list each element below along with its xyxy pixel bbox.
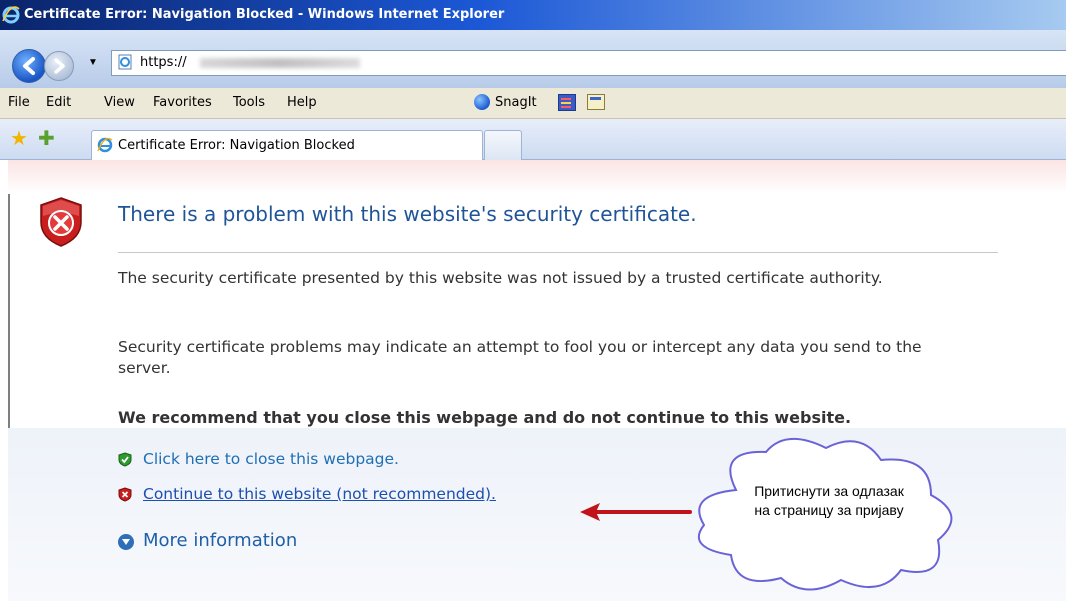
navigation-bar: ▼ https:// [0, 30, 1066, 88]
url-text: https:// [140, 55, 187, 70]
annotation-line-2: на страницу за пријаву [754, 502, 904, 518]
security-shield-error-icon [40, 197, 82, 247]
window-title: Certificate Error: Navigation Blocked - … [24, 7, 505, 22]
history-dropdown-icon[interactable]: ▼ [88, 57, 98, 68]
more-information-link[interactable]: More information [143, 530, 297, 551]
divider [118, 252, 998, 253]
tab-bar: ★ ✚ Certificate Error: Navigation Blocke… [0, 119, 1066, 160]
new-tab-button[interactable] [484, 130, 522, 160]
snagit-capture-icon[interactable] [558, 94, 576, 111]
menu-favorites[interactable]: Favorites [153, 95, 212, 110]
security-warning-message: Security certificate problems may indica… [118, 338, 922, 377]
forward-button[interactable] [44, 51, 74, 81]
favorites-star-icon[interactable]: ★ [10, 129, 28, 149]
snagit-icon [474, 94, 490, 110]
green-shield-check-icon [118, 452, 132, 467]
menu-help[interactable]: Help [287, 95, 317, 110]
annotation-text: Притиснути за одлазак на страницу за при… [724, 482, 934, 520]
back-arrow-icon [23, 57, 35, 75]
error-headline: There is a problem with this website's s… [118, 202, 697, 226]
page-icon [118, 54, 132, 70]
ie-tab-icon [97, 137, 113, 153]
tab-certificate-error[interactable]: Certificate Error: Navigation Blocked [91, 130, 483, 160]
menu-tools[interactable]: Tools [233, 95, 265, 110]
continue-to-website-link[interactable]: Continue to this website (not recommende… [143, 485, 496, 503]
close-webpage-link[interactable]: Click here to close this webpage. [143, 450, 399, 468]
redacted-host [200, 58, 360, 68]
certificate-issuer-message: The security certificate presented by th… [118, 269, 883, 287]
snagit-label: SnagIt [495, 95, 537, 110]
menu-edit[interactable]: Edit [46, 95, 71, 110]
menu-view[interactable]: View [104, 95, 135, 110]
error-header-band [8, 160, 1066, 194]
forward-arrow-icon [54, 58, 65, 74]
menu-file[interactable]: File [8, 95, 30, 110]
title-bar: Certificate Error: Navigation Blocked - … [0, 0, 1066, 30]
tab-label: Certificate Error: Navigation Blocked [118, 138, 355, 153]
address-field[interactable]: https:// [111, 50, 1066, 76]
recommendation-text: We recommend that you close this webpage… [118, 408, 852, 427]
red-shield-x-icon [118, 487, 132, 502]
back-button[interactable] [12, 49, 46, 83]
menu-bar: File Edit View Favorites Tools Help Snag… [0, 88, 1066, 119]
expand-more-info-icon[interactable] [118, 534, 134, 550]
ie-logo-icon [2, 6, 20, 24]
annotation-line-1: Притиснути за одлазак [754, 483, 904, 499]
add-favorites-icon[interactable]: ✚ [38, 129, 55, 149]
snagit-editor-icon[interactable] [587, 94, 605, 110]
